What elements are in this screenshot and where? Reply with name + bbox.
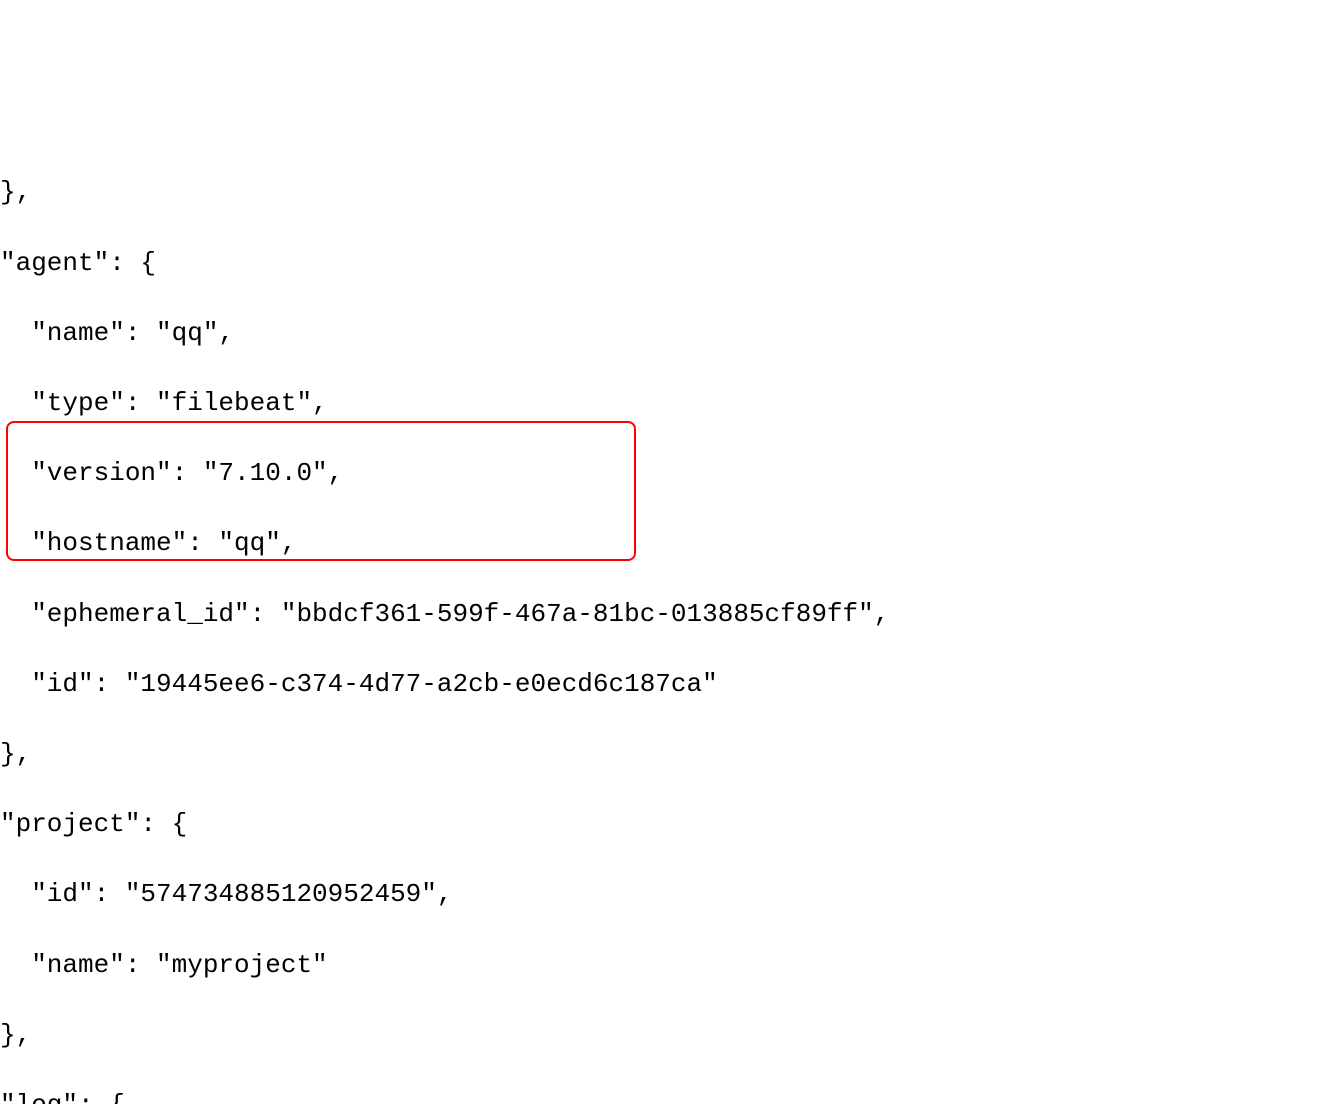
code-line: }, <box>0 1018 1333 1053</box>
code-line: "name": "qq", <box>0 316 1333 351</box>
code-line: "agent": { <box>0 246 1333 281</box>
code-line: }, <box>0 175 1333 210</box>
code-block: }, "agent": { "name": "qq", "type": "fil… <box>0 140 1333 1104</box>
code-line: "ephemeral_id": "bbdcf361-599f-467a-81bc… <box>0 597 1333 632</box>
code-line: "type": "filebeat", <box>0 386 1333 421</box>
code-line: "log": { <box>0 1088 1333 1104</box>
code-line: "hostname": "qq", <box>0 526 1333 561</box>
code-line: "id": "574734885120952459", <box>0 877 1333 912</box>
code-line: "name": "myproject" <box>0 948 1333 983</box>
code-line: "version": "7.10.0", <box>0 456 1333 491</box>
code-line: "id": "19445ee6-c374-4d77-a2cb-e0ecd6c18… <box>0 667 1333 702</box>
code-line: "project": { <box>0 807 1333 842</box>
code-line: }, <box>0 737 1333 772</box>
